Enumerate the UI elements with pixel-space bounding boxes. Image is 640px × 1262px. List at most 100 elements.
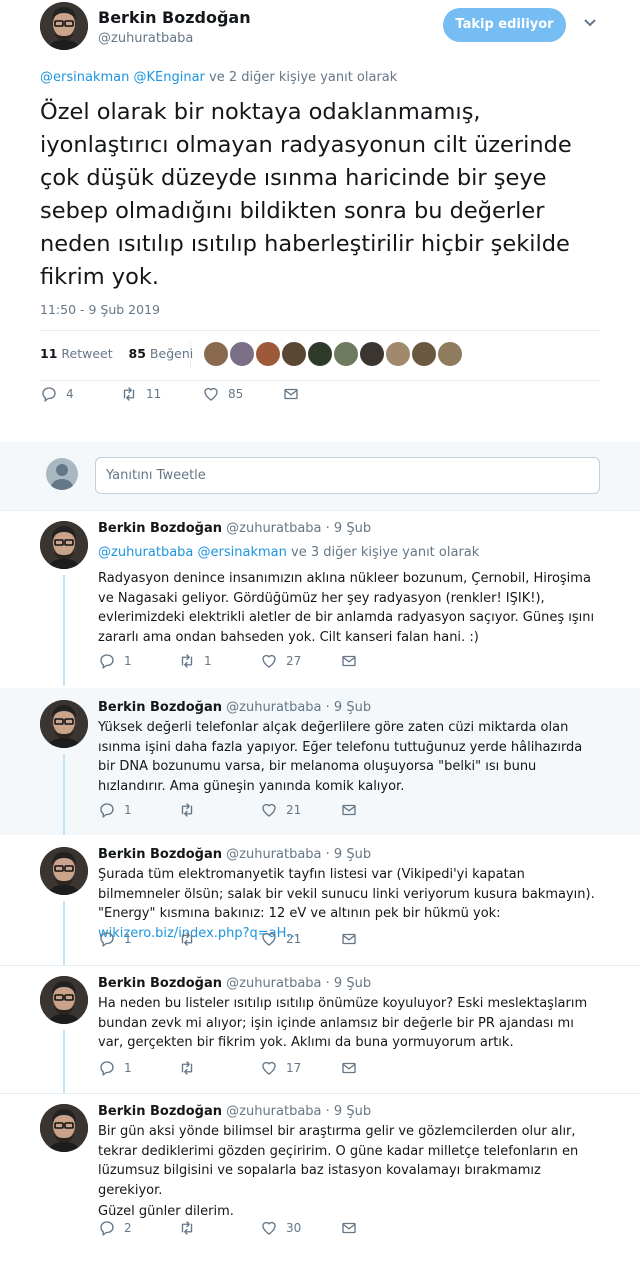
avatar[interactable] [282, 342, 306, 366]
message-button[interactable] [340, 930, 358, 948]
like-button[interactable]: 85 [202, 385, 243, 403]
mention-link[interactable]: @zuhuratbaba [98, 545, 193, 560]
avatar[interactable] [386, 342, 410, 366]
retweet-count: 11 [146, 387, 162, 401]
avatar[interactable] [412, 342, 436, 366]
reply-to-suffix: ve 2 diğer kişiye yanıt olarak [204, 70, 398, 85]
divider [40, 380, 600, 381]
avatar[interactable] [230, 342, 254, 366]
author-name[interactable]: Berkin Bozdoğan [98, 976, 222, 991]
reply-input[interactable]: Yanıtını Tweetle [95, 457, 600, 494]
avatar[interactable] [40, 847, 88, 895]
like-icon [202, 385, 220, 403]
retweet-count: 1 [204, 654, 212, 668]
reply-button[interactable]: 1 [98, 1059, 132, 1077]
like-button[interactable]: 17 [260, 1059, 301, 1077]
message-button[interactable] [340, 801, 358, 819]
reply-icon [98, 930, 116, 948]
retweet-count[interactable]: 11 [40, 346, 57, 361]
reply-tweet[interactable]: Berkin Bozdoğan @zuhuratbaba · 9 Şub Şur… [0, 837, 640, 965]
tweet-date[interactable]: · 9 Şub [326, 976, 371, 991]
author-handle[interactable]: @zuhuratbaba [226, 1104, 321, 1119]
like-count: 85 [228, 387, 244, 401]
like-button[interactable]: 27 [260, 652, 301, 670]
author-handle[interactable]: @zuhuratbaba [226, 847, 321, 862]
retweet-button[interactable] [178, 930, 204, 948]
like-count[interactable]: 85 [129, 346, 146, 361]
divider [190, 342, 191, 368]
avatar[interactable] [308, 342, 332, 366]
avatar[interactable] [40, 2, 88, 50]
author-name[interactable]: Berkin Bozdoğan [98, 8, 251, 27]
message-icon [340, 652, 358, 670]
chevron-down-icon[interactable] [583, 18, 597, 28]
reply-tweet[interactable]: Berkin Bozdoğan @zuhuratbaba · 9 Şub Yük… [0, 688, 640, 835]
avatar[interactable] [360, 342, 384, 366]
timestamp[interactable]: 11:50 - 9 Şub 2019 [40, 302, 160, 317]
author-handle[interactable]: @zuhuratbaba [226, 976, 321, 991]
reply-tweet[interactable]: Berkin Bozdoğan @zuhuratbaba · 9 Şub Ha … [0, 966, 640, 1093]
tweet-body: Şurada tüm elektromanyetik tayfın listes… [98, 867, 595, 921]
avatar[interactable] [40, 1104, 88, 1152]
tweet-header: Berkin Bozdoğan @zuhuratbaba · 9 Şub [98, 847, 371, 862]
thread-line [63, 1030, 65, 1093]
author-name[interactable]: Berkin Bozdoğan [98, 700, 222, 715]
reply-button[interactable]: 1 [98, 652, 132, 670]
reply-icon [98, 801, 116, 819]
author-name[interactable]: Berkin Bozdoğan [98, 1104, 222, 1119]
message-button[interactable] [340, 1219, 358, 1237]
reply-count: 1 [124, 803, 132, 817]
reply-button[interactable]: 1 [98, 801, 132, 819]
mention-link[interactable]: @ersinakman [198, 545, 287, 560]
author-handle[interactable]: @zuhuratbaba [226, 521, 321, 536]
avatar[interactable] [40, 976, 88, 1024]
retweet-button[interactable]: 1 [178, 652, 212, 670]
retweet-button[interactable] [178, 801, 204, 819]
mention-link[interactable]: @ersinakman [40, 70, 129, 85]
retweet-icon [178, 652, 196, 670]
avatar[interactable] [204, 342, 228, 366]
message-button[interactable] [282, 385, 300, 403]
avatar[interactable] [438, 342, 462, 366]
like-button[interactable]: 21 [260, 801, 301, 819]
retweet-button[interactable] [178, 1219, 204, 1237]
tweet-date[interactable]: · 9 Şub [326, 1104, 371, 1119]
avatar[interactable] [40, 700, 88, 748]
avatar[interactable] [334, 342, 358, 366]
reply-button[interactable]: 2 [98, 1219, 132, 1237]
retweet-button[interactable] [178, 1059, 204, 1077]
reply-button[interactable]: 1 [98, 930, 132, 948]
tweet-date[interactable]: · 9 Şub [326, 521, 371, 536]
mention-link[interactable]: @KEnginar [133, 70, 204, 85]
author-handle[interactable]: @zuhuratbaba [226, 700, 321, 715]
author-name[interactable]: Berkin Bozdoğan [98, 847, 222, 862]
reply-count: 2 [124, 1221, 132, 1235]
message-button[interactable] [340, 652, 358, 670]
message-button[interactable] [340, 1059, 358, 1077]
like-button[interactable]: 30 [260, 1219, 301, 1237]
retweet-button[interactable]: 11 [120, 385, 161, 403]
reply-icon [98, 652, 116, 670]
like-stat-label[interactable]: Beğeni [150, 346, 193, 361]
reply-button[interactable]: 4 [40, 385, 74, 403]
author-name[interactable]: Berkin Bozdoğan [98, 521, 222, 536]
like-button[interactable]: 21 [260, 930, 301, 948]
tweet-header: Berkin Bozdoğan @zuhuratbaba · 9 Şub [98, 1104, 371, 1119]
reply-tweet[interactable]: Berkin Bozdoğan @zuhuratbaba · 9 Şub Bir… [0, 1094, 640, 1262]
tweet-date[interactable]: · 9 Şub [326, 847, 371, 862]
message-icon [340, 1219, 358, 1237]
like-count: 17 [286, 1061, 302, 1075]
avatar[interactable] [40, 521, 88, 569]
message-icon [340, 801, 358, 819]
reply-to-line: @ersinakman @KEnginar ve 2 diğer kişiye … [40, 70, 397, 85]
message-icon [340, 1059, 358, 1077]
reply-count: 1 [124, 1061, 132, 1075]
following-button[interactable]: Takip ediliyor [443, 8, 566, 42]
reply-tweet[interactable]: Berkin Bozdoğan @zuhuratbaba · 9 Şub @zu… [0, 511, 640, 686]
reply-count: 4 [66, 387, 74, 401]
avatar[interactable] [256, 342, 280, 366]
author-handle[interactable]: @zuhuratbaba [98, 31, 193, 46]
retweet-stat-label[interactable]: Retweet [61, 346, 112, 361]
reply-to-line: @zuhuratbaba @ersinakman ve 3 diğer kişi… [98, 545, 479, 560]
tweet-date[interactable]: · 9 Şub [326, 700, 371, 715]
